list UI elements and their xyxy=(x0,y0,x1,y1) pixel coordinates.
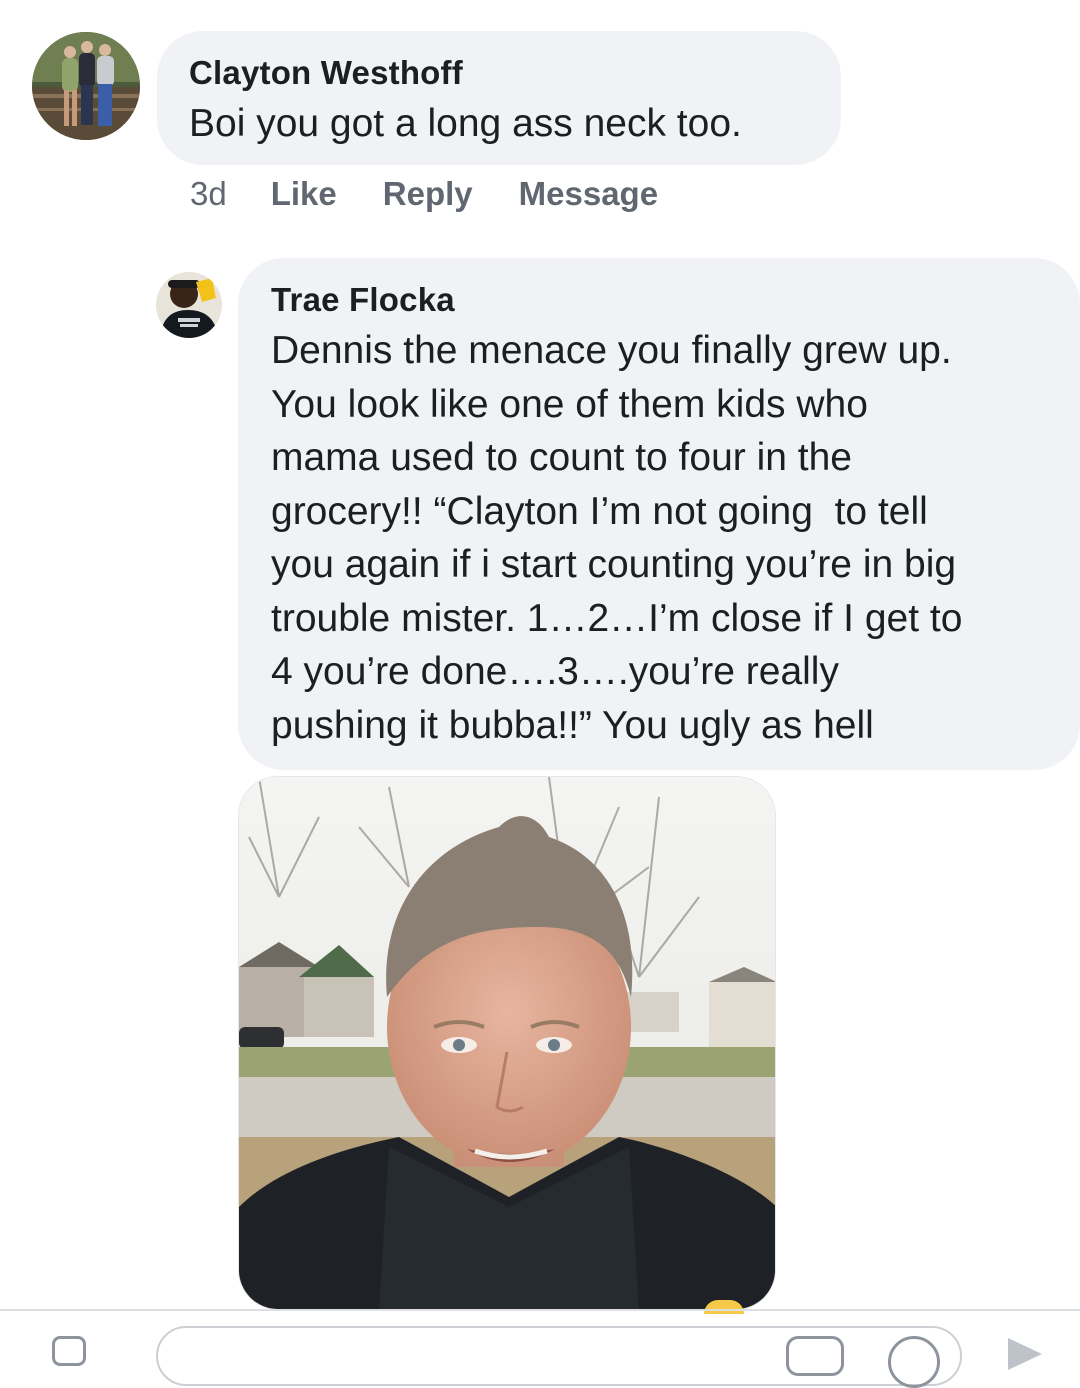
like-button[interactable]: Like xyxy=(271,175,337,213)
comment-timestamp[interactable]: 3d xyxy=(190,175,227,213)
selfie-image xyxy=(239,777,775,1309)
reply-bubble[interactable]: Trae Flocka Dennis the menace you finall… xyxy=(238,258,1080,770)
reply-text-line: You look like one of them kids who xyxy=(271,382,868,426)
camera-icon[interactable] xyxy=(52,1336,86,1366)
reply-text-line: pushing it bubba!!” You ugly as hell xyxy=(271,703,874,747)
avatar-trae-flocka[interactable] xyxy=(156,272,222,338)
reply-text-line: mama used to count to four in the xyxy=(271,436,853,479)
composer-divider xyxy=(0,1309,1080,1311)
reply-button[interactable]: Reply xyxy=(383,175,473,213)
comment-author[interactable]: Clayton Westhoff xyxy=(189,53,809,93)
attached-photo[interactable] xyxy=(238,776,776,1310)
avatar-photo xyxy=(32,32,140,140)
reply-text-line: trouble mister. 1…2…I’m close if I get t… xyxy=(271,596,963,640)
comment-actions: 3d Like Reply Message xyxy=(190,172,704,216)
reaction-emoji-icon[interactable] xyxy=(704,1300,744,1314)
reply-text-line: 4 you’re done….3….you’re really xyxy=(271,650,839,693)
comment-text: Boi you got a long ass neck too. xyxy=(189,102,742,145)
send-icon[interactable] xyxy=(1008,1338,1042,1370)
comment-bubble[interactable]: Clayton Westhoff Boi you got a long ass … xyxy=(157,31,841,165)
reply-text: Dennis the menace you finally grew up. Y… xyxy=(271,324,1048,752)
avatar-clayton-westhoff[interactable] xyxy=(32,32,140,140)
message-button[interactable]: Message xyxy=(519,175,658,213)
reply-text-line: grocery!! “Clayton I’m not going to tell xyxy=(271,489,928,533)
reply-text-line: you again if i start counting you’re in … xyxy=(271,543,957,586)
reply-text-line: Dennis the menace you finally grew up. xyxy=(271,329,952,372)
sticker-icon[interactable] xyxy=(786,1336,844,1376)
reply-author[interactable]: Trae Flocka xyxy=(271,280,1048,320)
emoji-icon[interactable] xyxy=(888,1336,940,1388)
avatar-photo xyxy=(156,272,222,338)
